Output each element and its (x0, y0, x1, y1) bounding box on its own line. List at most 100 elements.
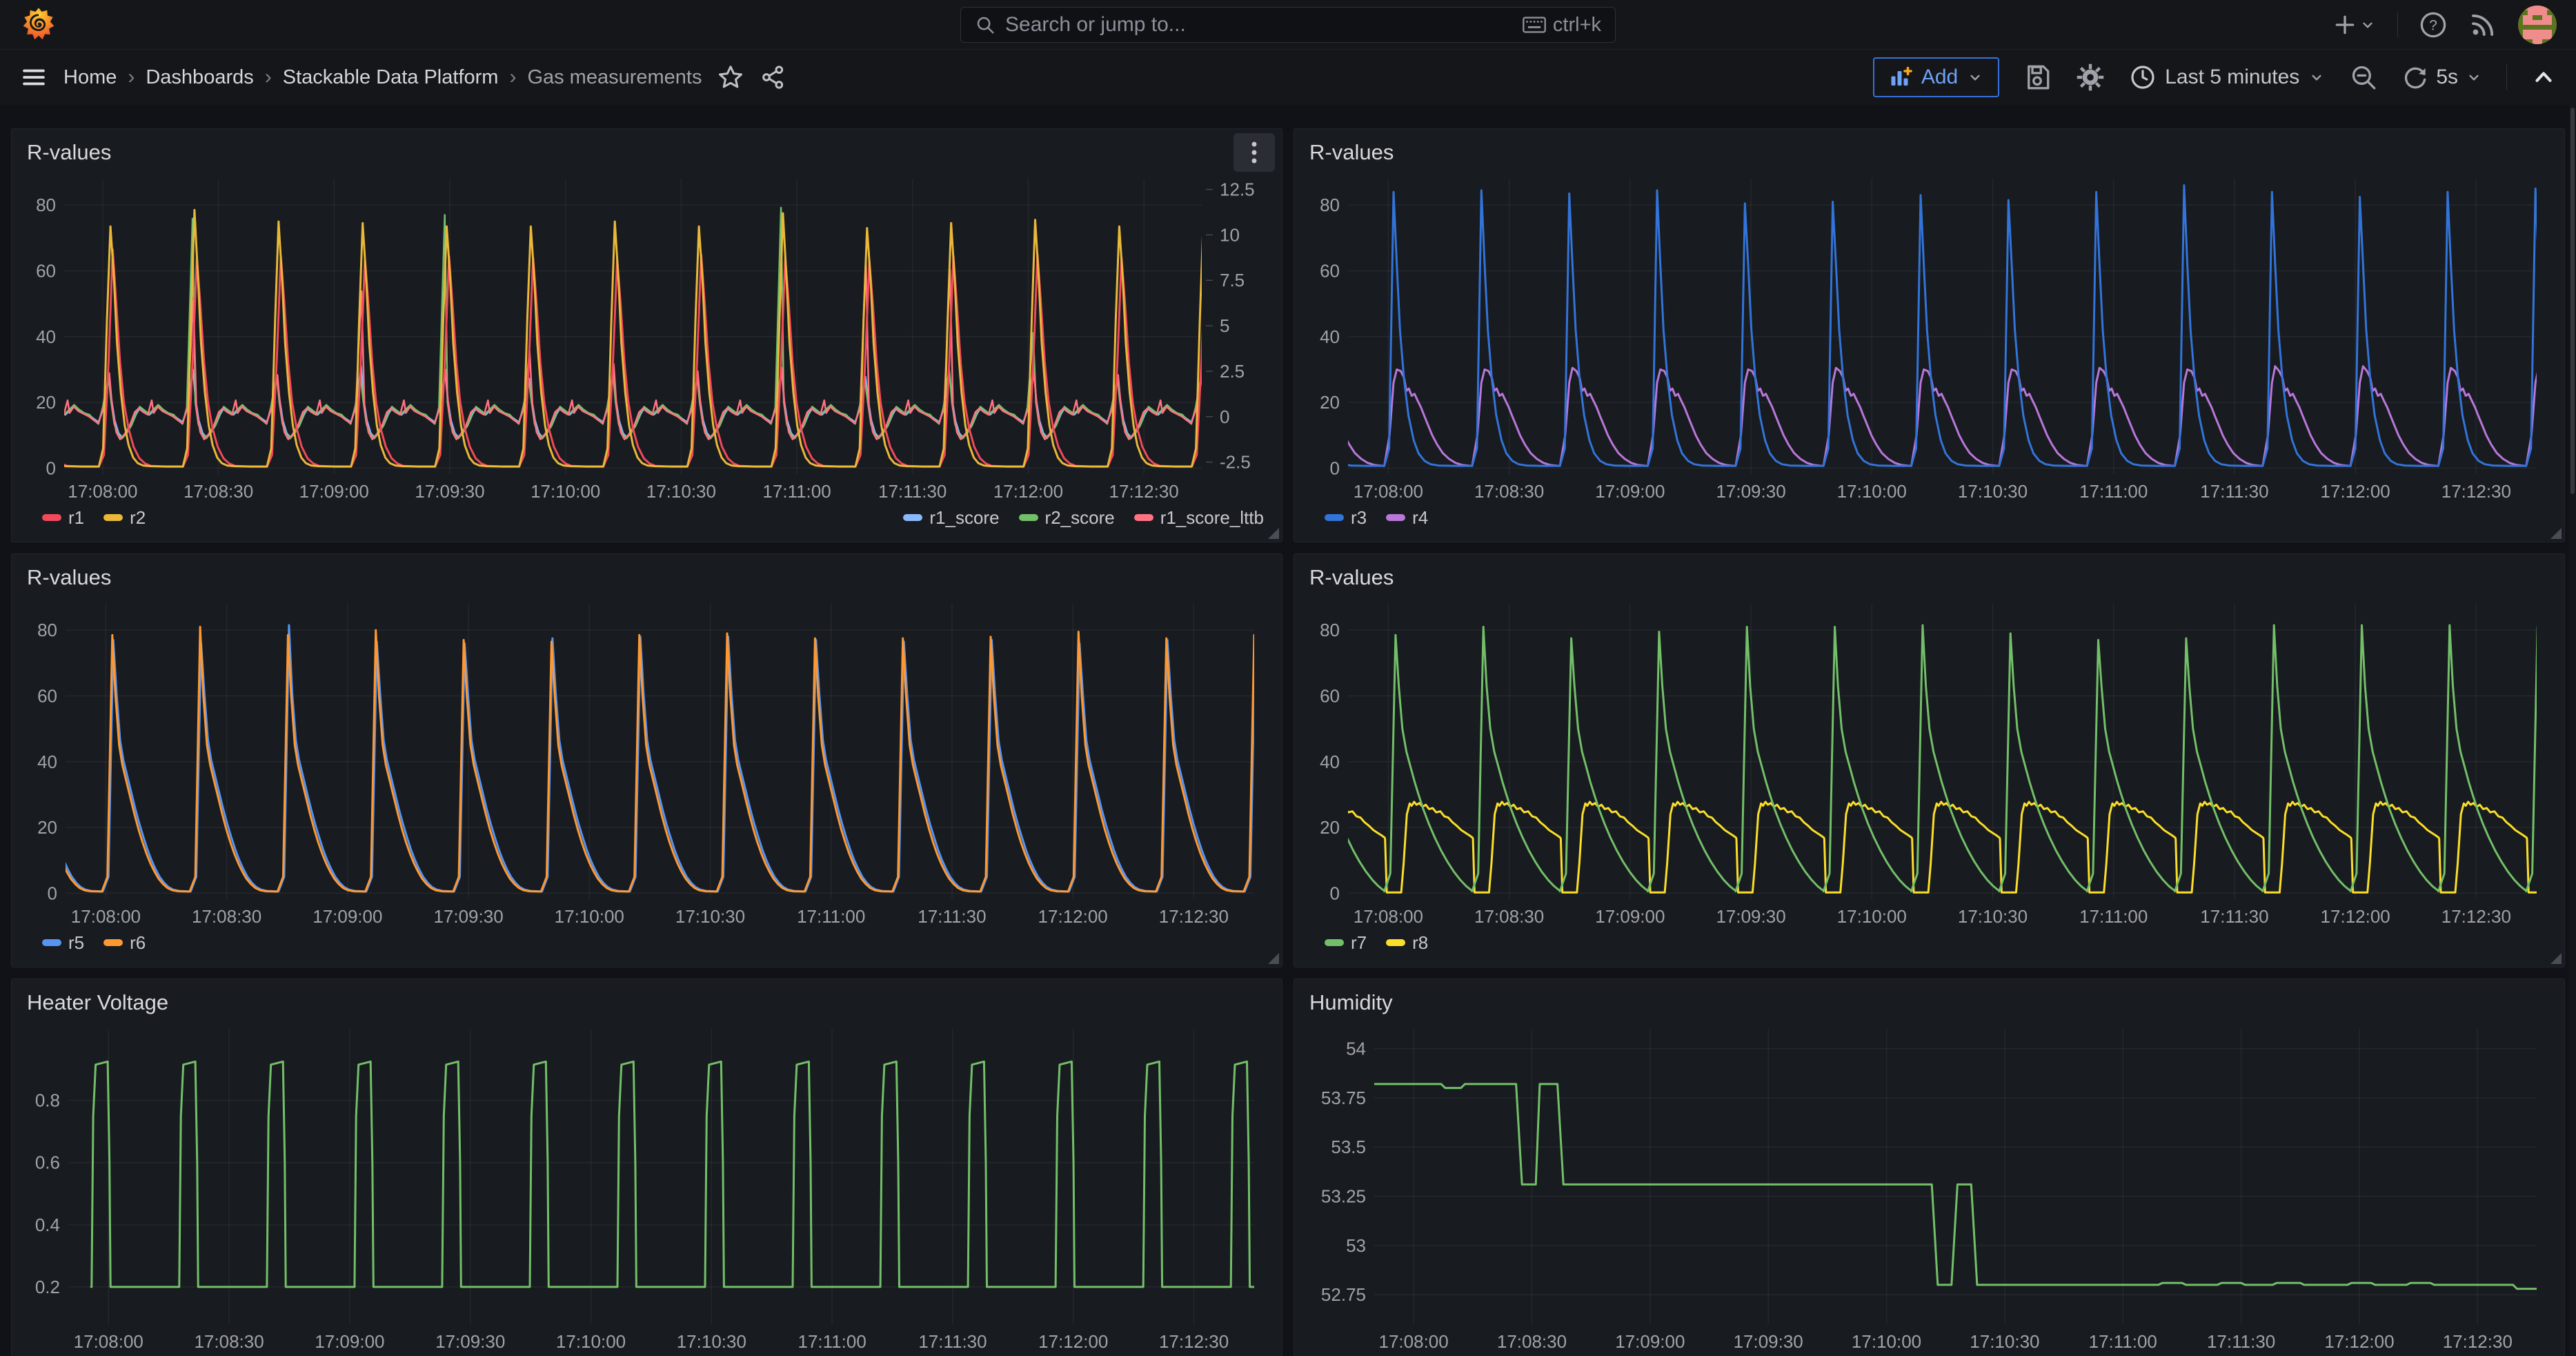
add-panel-button[interactable]: Add (1873, 57, 1999, 97)
panel-resize-handle[interactable] (2550, 528, 2562, 539)
svg-text:17:08:30: 17:08:30 (192, 906, 261, 927)
r-values-chart[interactable]: 02040608017:08:0017:08:3017:09:0017:09:3… (23, 596, 1271, 928)
scrollbar-thumb[interactable] (2570, 108, 2575, 494)
legend-item-r3[interactable]: r3 (1325, 507, 1367, 529)
news-rss-button[interactable] (2468, 10, 2497, 39)
svg-text:60: 60 (36, 260, 56, 281)
share-icon (760, 63, 787, 91)
legend-item-r2[interactable]: r2 (103, 507, 146, 529)
legend-color-chip (42, 939, 61, 946)
r-values-chart[interactable]: 02040608017:08:0017:08:3017:09:0017:09:3… (1305, 596, 2553, 928)
legend-item-r4[interactable]: r4 (1386, 507, 1428, 529)
svg-text:0.6: 0.6 (35, 1152, 60, 1173)
help-button[interactable]: ? (2419, 10, 2448, 39)
dashboard-grid: R-values 02040608017:08:0017:08:3017:09:… (0, 105, 2576, 1356)
panel-title[interactable]: R-values (1305, 564, 2553, 596)
panel-heater-voltage: Heater Voltage 0.20.40.60.817:08:0017:08… (11, 979, 1282, 1356)
series-r7 (1327, 625, 2553, 892)
mega-menu-toggle[interactable] (19, 63, 48, 92)
svg-text:40: 40 (36, 326, 56, 347)
panel-legend: heatervoltage (23, 1353, 1271, 1356)
legend-item-r7[interactable]: r7 (1325, 932, 1367, 954)
humidity-chart[interactable]: 52.755353.2553.553.755417:08:0017:08:301… (1305, 1021, 2553, 1353)
chevron-down-icon (2465, 68, 2483, 86)
r-values-chart[interactable]: 02040608017:08:0017:08:3017:09:0017:09:3… (23, 170, 1271, 503)
svg-text:0: 0 (1220, 406, 1229, 427)
user-avatar[interactable] (2518, 6, 2557, 44)
search-box[interactable]: ctrl+k (960, 7, 1616, 43)
legend-item-r1_score_lttb[interactable]: r1_score_lttb (1134, 507, 1264, 529)
panel-menu-button[interactable] (1233, 133, 1275, 172)
breadcrumb-separator: › (509, 66, 516, 89)
panel-title[interactable]: R-values (23, 139, 1271, 170)
svg-text:17:08:00: 17:08:00 (1354, 481, 1423, 502)
breadcrumb-separator: › (265, 66, 272, 89)
svg-text:17:12:00: 17:12:00 (1038, 1331, 1108, 1352)
panel-r-values-1: R-values 02040608017:08:0017:08:3017:09:… (11, 128, 1282, 542)
legend-item-r1_score[interactable]: r1_score (903, 507, 999, 529)
r-values-chart[interactable]: 02040608017:08:0017:08:3017:09:0017:09:3… (1305, 170, 2553, 503)
svg-text:17:09:00: 17:09:00 (299, 481, 369, 502)
top-nav-bar: ctrl+k ? (0, 0, 2576, 50)
chevron-up-icon (2530, 64, 2557, 90)
svg-text:17:10:00: 17:10:00 (531, 481, 600, 502)
zoom-out-button[interactable] (2349, 63, 2378, 92)
svg-text:17:08:00: 17:08:00 (68, 481, 137, 502)
panel-resize-handle[interactable] (1268, 953, 1279, 964)
heater-voltage-chart[interactable]: 0.20.40.60.817:08:0017:08:3017:09:0017:0… (23, 1021, 1271, 1353)
save-dashboard-button[interactable] (2023, 63, 2052, 92)
time-range-picker[interactable]: Last 5 minutes (2129, 63, 2326, 91)
svg-text:17:10:30: 17:10:30 (646, 481, 716, 502)
svg-text:17:09:00: 17:09:00 (1615, 1331, 1685, 1352)
svg-text:17:08:00: 17:08:00 (1354, 906, 1423, 927)
svg-text:17:12:00: 17:12:00 (1038, 906, 1108, 927)
panel-title[interactable]: R-values (1305, 139, 2553, 170)
svg-text:80: 80 (36, 195, 56, 215)
legend-item-r5[interactable]: r5 (42, 932, 84, 954)
panel-title[interactable]: R-values (23, 564, 1271, 596)
svg-text:-2.5: -2.5 (1220, 452, 1251, 473)
legend-item-r1[interactable]: r1 (42, 507, 84, 529)
panel-title[interactable]: Heater Voltage (23, 989, 1271, 1021)
svg-text:60: 60 (1320, 685, 1340, 706)
svg-text:80: 80 (37, 620, 57, 640)
svg-text:0: 0 (46, 458, 56, 478)
panel-title[interactable]: Humidity (1305, 989, 2553, 1021)
svg-text:17:10:00: 17:10:00 (1852, 1331, 1921, 1352)
refresh-picker[interactable]: 5s (2401, 63, 2483, 91)
legend-item-r2_score[interactable]: r2_score (1019, 507, 1115, 529)
legend-label: r6 (130, 932, 146, 954)
breadcrumb-folder[interactable]: Stackable Data Platform (283, 66, 499, 89)
breadcrumb-dashboards[interactable]: Dashboards (146, 66, 253, 89)
page-scrollbar[interactable] (2569, 105, 2576, 1356)
panel-resize-handle[interactable] (2550, 953, 2562, 964)
search-input[interactable] (1005, 13, 1513, 37)
legend-item-r8[interactable]: r8 (1386, 932, 1428, 954)
favorite-star-button[interactable] (717, 63, 744, 91)
share-button[interactable] (760, 63, 787, 91)
divider (2397, 12, 2398, 37)
dashboard-settings-button[interactable] (2075, 62, 2106, 92)
svg-text:17:10:30: 17:10:30 (1958, 906, 2028, 927)
svg-text:17:09:30: 17:09:30 (415, 481, 484, 502)
legend-color-chip (1325, 939, 1344, 946)
svg-text:17:11:00: 17:11:00 (797, 906, 865, 927)
legend-item-r6[interactable]: r6 (103, 932, 146, 954)
legend-color-chip (903, 514, 922, 521)
grafana-logo-icon[interactable] (19, 6, 58, 44)
svg-text:53.75: 53.75 (1321, 1088, 1366, 1108)
kebab-menu-icon (1251, 140, 1258, 165)
svg-text:17:10:00: 17:10:00 (1837, 906, 1907, 927)
breadcrumb-home[interactable]: Home (63, 66, 117, 89)
panel-humidity: Humidity 52.755353.2553.553.755417:08:00… (1294, 979, 2565, 1356)
svg-text:17:11:30: 17:11:30 (918, 906, 986, 927)
collapse-controls-button[interactable] (2530, 64, 2557, 90)
search-shortcut: ctrl+k (1523, 14, 1601, 37)
new-menu-button[interactable] (2331, 11, 2377, 39)
svg-text:20: 20 (1320, 817, 1340, 838)
svg-text:40: 40 (1320, 326, 1340, 347)
svg-text:17:08:30: 17:08:30 (184, 481, 253, 502)
svg-text:17:08:00: 17:08:00 (74, 1331, 143, 1352)
svg-text:17:11:00: 17:11:00 (2079, 906, 2148, 927)
panel-resize-handle[interactable] (1268, 528, 1279, 539)
